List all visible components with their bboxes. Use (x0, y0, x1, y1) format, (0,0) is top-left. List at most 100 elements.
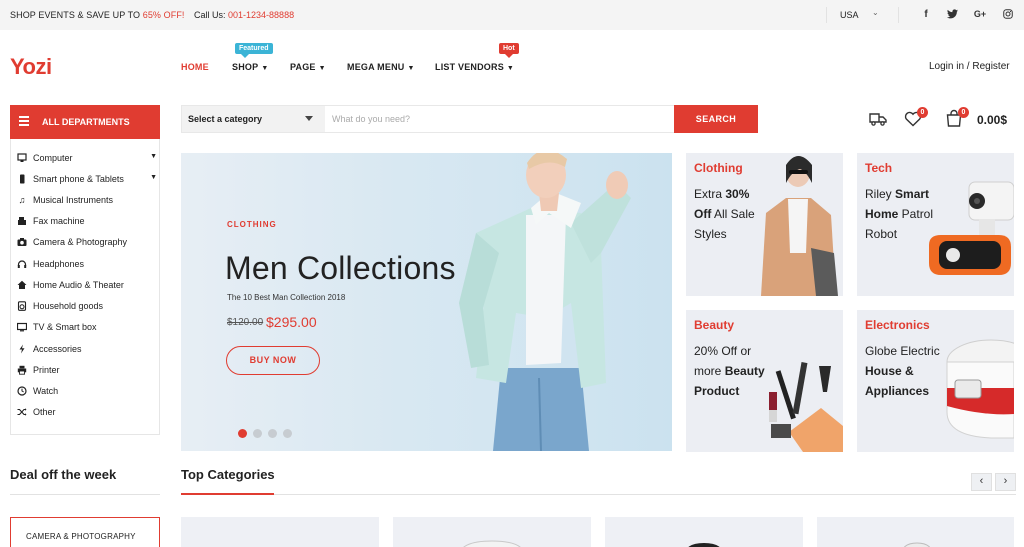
search-button[interactable]: SEARCH (674, 105, 758, 133)
slider-dot-2[interactable] (253, 429, 262, 438)
nav-page[interactable]: PAGE ▼ (290, 62, 326, 72)
all-departments-button[interactable]: ALL DEPARTMENTS (10, 105, 160, 139)
top-categories-title: Top Categories (181, 467, 275, 482)
caret-down-icon[interactable]: ▼ (150, 153, 157, 160)
site-logo[interactable]: Yozi (10, 54, 52, 80)
dept-item-label: TV & Smart box (33, 322, 97, 332)
currency-select[interactable]: USA (840, 10, 859, 20)
clock-icon (17, 386, 27, 396)
dept-item-printer[interactable]: Printer (17, 363, 157, 379)
dept-item-headphones[interactable]: Headphones (17, 257, 157, 273)
category-card[interactable] (605, 517, 803, 547)
wishlist-count: 0 (917, 107, 928, 118)
cart-count: 0 (958, 107, 969, 118)
category-card[interactable] (393, 517, 591, 547)
dept-item-accessories[interactable]: Accessories (17, 342, 157, 358)
dept-item-musical[interactable]: ♫ Musical Instruments (17, 193, 157, 209)
dept-item-label: Watch (33, 386, 59, 396)
category-card[interactable] (817, 517, 1014, 547)
chevron-down-icon[interactable]: ⌄ (872, 8, 879, 17)
login-register-link[interactable]: Login in / Register (929, 61, 1010, 72)
tile-line: Globe Electric (865, 344, 940, 358)
caret-down-icon: ▼ (407, 65, 415, 72)
category-select[interactable]: Select a category (182, 106, 325, 132)
nav-home[interactable]: HOME (181, 62, 209, 72)
phone-icon (17, 174, 27, 184)
hero-title: Men Collections (225, 250, 456, 286)
slider-dot-1[interactable] (238, 429, 247, 438)
tile-text: All Sale (711, 207, 755, 221)
dept-item-other[interactable]: Other (17, 405, 157, 421)
search-input[interactable] (332, 109, 662, 129)
dept-item-fax[interactable]: Fax machine (17, 214, 157, 230)
dept-item-label: Household goods (33, 301, 104, 311)
dept-item-tv[interactable]: TV & Smart box (16, 320, 157, 336)
truck-icon[interactable] (868, 109, 888, 129)
promo-tile-tech[interactable]: Tech Riley Smart Home Patrol Robot (857, 153, 1014, 296)
caret-down-icon[interactable]: ▼ (150, 174, 157, 181)
hero-subtitle: The 10 Best Man Collection 2018 (227, 293, 346, 302)
tile-title: Clothing (694, 161, 743, 175)
deal-tab-camera[interactable]: CAMERA & PHOTOGRAPHY (10, 517, 160, 547)
dept-item-home-audio[interactable]: Home Audio & Theater (17, 278, 157, 294)
category-card[interactable] (181, 517, 379, 547)
category-select-label: Select a category (188, 114, 263, 124)
tile-line: 20% Off or (694, 344, 752, 358)
rice-cooker-image (946, 339, 1014, 439)
nav-list-vendors[interactable]: LIST VENDORS ▼ (435, 62, 514, 72)
instagram-icon[interactable] (1001, 9, 1015, 22)
promo-highlight: 65% OFF! (142, 10, 185, 20)
prev-arrow-icon[interactable]: ‹ (971, 473, 992, 491)
hero-new-price: $295.00 (266, 314, 317, 330)
buy-now-button[interactable]: BUY NOW (226, 346, 320, 375)
slider-dot-3[interactable] (268, 429, 277, 438)
hero-slider[interactable]: CLOTHING Men Collections The 10 Best Man… (181, 153, 672, 451)
call-us: Call Us: 001-1234-88888 (194, 10, 294, 20)
promo-text: SHOP EVENTS & SAVE UP TO 65% OFF! (10, 10, 185, 20)
tile-title: Electronics (865, 318, 930, 332)
nav-shop-label: SHOP (232, 62, 259, 72)
phone-number[interactable]: 001-1234-88888 (228, 10, 294, 20)
tile-title: Tech (865, 161, 893, 175)
hot-badge: Hot (499, 43, 519, 58)
caret-down-icon: ▼ (261, 65, 269, 72)
promo-tile-beauty[interactable]: Beauty 20% Off or more Beauty Product (686, 310, 843, 452)
nav-home-label: HOME (181, 62, 209, 72)
promo-tile-clothing[interactable]: Clothing Extra 30% Off All Sale Styles (686, 153, 843, 296)
google-plus-icon[interactable]: G+ (973, 9, 987, 19)
divider (826, 7, 827, 23)
tv-icon (16, 322, 28, 332)
tile-line: Riley Smart (865, 187, 929, 201)
tile-title: Beauty (694, 318, 735, 332)
facebook-icon[interactable]: f (919, 9, 933, 20)
dept-item-household[interactable]: Household goods (17, 299, 157, 315)
dept-item-camera[interactable]: Camera & Photography (17, 235, 157, 251)
caret-down-icon: ▼ (318, 65, 326, 72)
dept-item-label: Musical Instruments (33, 195, 114, 205)
promo-tile-electronics[interactable]: Electronics Globe Electric House & Appli… (857, 310, 1014, 452)
dropdown-arrow-icon (305, 116, 313, 121)
departments-list: Computer ▼ Smart phone & Tablets ▼ ♫ Mus… (10, 139, 160, 435)
tile-text-bold: Smart (895, 187, 930, 201)
divider (10, 494, 160, 495)
tile-text: more (694, 364, 725, 378)
next-arrow-icon[interactable]: › (995, 473, 1016, 491)
tile-line: Robot (865, 227, 898, 241)
hero-model-image (459, 153, 631, 451)
featured-badge: Featured (235, 43, 273, 58)
nav-page-label: PAGE (290, 62, 316, 72)
nav-mega-menu[interactable]: MEGA MENU ▼ (347, 62, 415, 72)
all-departments-label: ALL DEPARTMENTS (42, 117, 130, 127)
dept-item-smart-phone[interactable]: Smart phone & Tablets ▼ (17, 172, 157, 188)
nav-mega-menu-label: MEGA MENU (347, 62, 405, 72)
cart-total[interactable]: 0.00$ (977, 113, 1007, 127)
category-card-image (903, 542, 931, 547)
dept-item-computer[interactable]: Computer ▼ (17, 151, 157, 167)
nav-shop[interactable]: SHOP ▼ (232, 62, 268, 72)
tile-line: House & (865, 364, 914, 378)
tile-line: Extra 30% (694, 187, 749, 201)
fax-icon (17, 216, 27, 226)
dept-item-watch[interactable]: Watch (17, 384, 157, 400)
slider-dot-4[interactable] (283, 429, 292, 438)
twitter-icon[interactable] (945, 9, 959, 22)
